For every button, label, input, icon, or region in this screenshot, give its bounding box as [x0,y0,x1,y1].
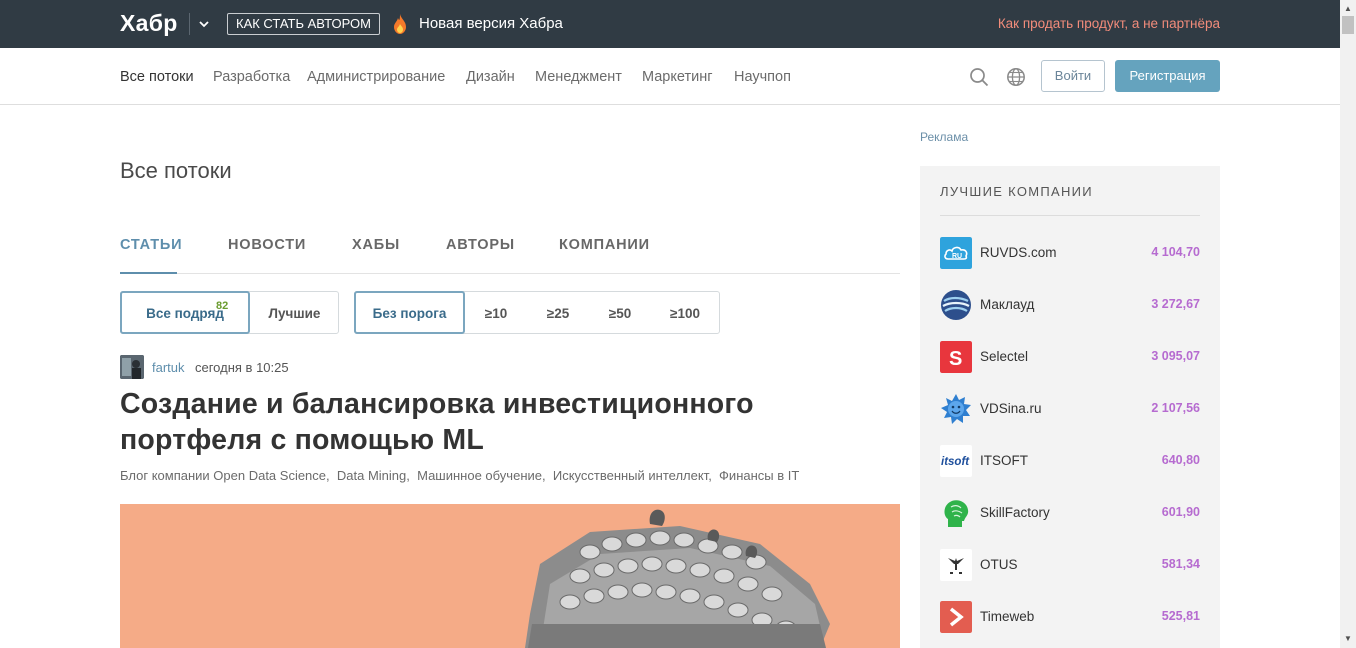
vdsina-logo-icon [941,394,971,424]
scroll-down-arrow-icon[interactable]: ▼ [1344,634,1352,643]
svg-text:RU: RU [952,253,962,260]
company-name[interactable]: Маклауд [980,297,1034,312]
avatar[interactable] [120,355,144,379]
logo-divider [189,13,190,35]
company-name[interactable]: SkillFactory [980,505,1050,520]
how-to-become-author-button[interactable]: КАК СТАТЬ АВТОРОМ [227,13,380,35]
ruvds-logo-icon: RU [940,237,972,269]
company-name[interactable]: OTUS [980,557,1018,572]
company-rating: 601,90 [1161,505,1200,519]
company-row[interactable]: Timeweb 525,81 [940,601,1200,633]
company-rating: 581,34 [1161,557,1200,571]
top-bar: Хабр КАК СТАТЬ АВТОРОМ Новая версия Хабр… [0,0,1340,48]
company-row[interactable]: SkillFactory 601,90 [940,497,1200,529]
filter-10-button[interactable]: ≥10 [465,292,527,333]
fire-icon [394,14,406,34]
company-rating: 2 107,56 [1151,401,1200,415]
company-name[interactable]: Selectel [980,349,1028,364]
scrollbar-thumb[interactable] [1342,16,1354,34]
ad-label: Реклама [920,130,969,144]
search-icon[interactable] [969,67,989,87]
company-name[interactable]: Timeweb [980,609,1034,624]
page-title: Все потоки [120,158,232,183]
company-row[interactable]: OTUS 581,34 [940,549,1200,581]
company-name[interactable]: VDSina.ru [980,401,1042,416]
nav-item-administration[interactable]: Администрирование [307,69,445,85]
tab-hubs[interactable]: ХАБЫ [352,237,400,253]
post-author-link[interactable]: fartuk [152,360,185,375]
tabs-divider [120,273,900,274]
filter-no-threshold-button[interactable]: Без порога [354,291,465,334]
company-rating: 3 272,67 [1151,297,1200,311]
post-time: сегодня в 10:25 [195,360,289,375]
best-companies-widget: ЛУЧШИЕ КОМПАНИИ RU RUVDS.com 4 104,70 Ма… [920,166,1220,648]
company-rating: 3 095,07 [1151,349,1200,363]
hub-link[interactable]: Финансы в IT [719,468,799,483]
macloud-logo-icon [941,290,971,320]
otus-logo-icon [940,549,972,581]
company-row[interactable]: itsoft ITSOFT 640,80 [940,445,1200,477]
habr-logo[interactable]: Хабр [120,10,178,37]
scrollbar[interactable] [1340,0,1356,648]
globe-icon[interactable] [1006,67,1026,87]
company-row[interactable]: S Selectel 3 095,07 [940,341,1200,373]
hub-link[interactable]: Блог компании Open Data Science, [120,468,330,483]
itsoft-logo-icon: itsoft [940,445,972,477]
tab-companies[interactable]: КОМПАНИИ [559,237,650,253]
login-button[interactable]: Войти [1041,60,1105,92]
post-cover-image[interactable] [120,504,900,648]
selectel-logo-icon: S [940,341,972,373]
company-row[interactable]: Маклауд 3 272,67 [940,289,1200,321]
post-hubs: Блог компании Open Data Science, Data Mi… [120,468,799,483]
filter-best-button[interactable]: Лучшие [250,292,339,333]
company-name[interactable]: ITSOFT [980,453,1028,468]
filter-all-button[interactable]: Все подряд [120,291,250,334]
hub-link[interactable]: Data Mining, [337,468,410,483]
company-row[interactable]: RU RUVDS.com 4 104,70 [940,237,1200,269]
company-rating: 525,81 [1161,609,1200,623]
post-title-link[interactable]: Создание и балансировка инвестиционного … [120,386,900,458]
hub-link[interactable]: Искусственный интеллект, [553,468,712,483]
filter-all-label: Все подряд [146,306,224,321]
widget-divider [940,215,1200,216]
filter-100-button[interactable]: ≥100 [651,292,719,333]
svg-text:S: S [949,348,962,370]
timeweb-logo-icon [940,601,972,633]
nav-item-marketing[interactable]: Маркетинг [642,69,713,85]
company-rating: 4 104,70 [1151,245,1200,259]
widget-title: ЛУЧШИЕ КОМПАНИИ [940,184,1093,199]
company-rating: 640,80 [1161,453,1200,467]
company-name[interactable]: RUVDS.com [980,245,1057,260]
filter-25-button[interactable]: ≥25 [527,292,589,333]
filter-50-button[interactable]: ≥50 [589,292,651,333]
sort-filter-group: Все подряд 82 Лучшие [120,291,339,334]
nav-item-all-flows[interactable]: Все потоки [120,69,194,85]
hub-link[interactable]: Машинное обучение, [417,468,546,483]
svg-text:itsoft: itsoft [941,456,970,468]
nav-item-development[interactable]: Разработка [213,69,290,85]
tab-authors[interactable]: АВТОРЫ [446,237,515,253]
active-tab-indicator [120,272,177,274]
company-row[interactable]: VDSina.ru 2 107,56 [940,393,1200,425]
nav-item-management[interactable]: Менеджмент [535,69,622,85]
new-version-link[interactable]: Новая версия Хабра [419,15,563,32]
main-nav: Все потоки Разработка Администрирование … [0,48,1340,105]
nav-item-design[interactable]: Дизайн [466,69,515,85]
register-button[interactable]: Регистрация [1115,60,1220,92]
nav-item-popsci[interactable]: Научпоп [734,69,791,85]
new-count-badge: 82 [216,300,229,312]
threshold-filter-group: Без порога ≥10 ≥25 ≥50 ≥100 [354,291,720,334]
scroll-up-arrow-icon[interactable]: ▲ [1344,4,1352,13]
tab-articles[interactable]: СТАТЬИ [120,237,182,253]
promo-link[interactable]: Как продать продукт, а не партнёра [998,16,1220,31]
skillfactory-logo-icon [944,500,969,527]
tab-news[interactable]: НОВОСТИ [228,237,306,253]
chevron-down-icon[interactable] [197,14,211,34]
